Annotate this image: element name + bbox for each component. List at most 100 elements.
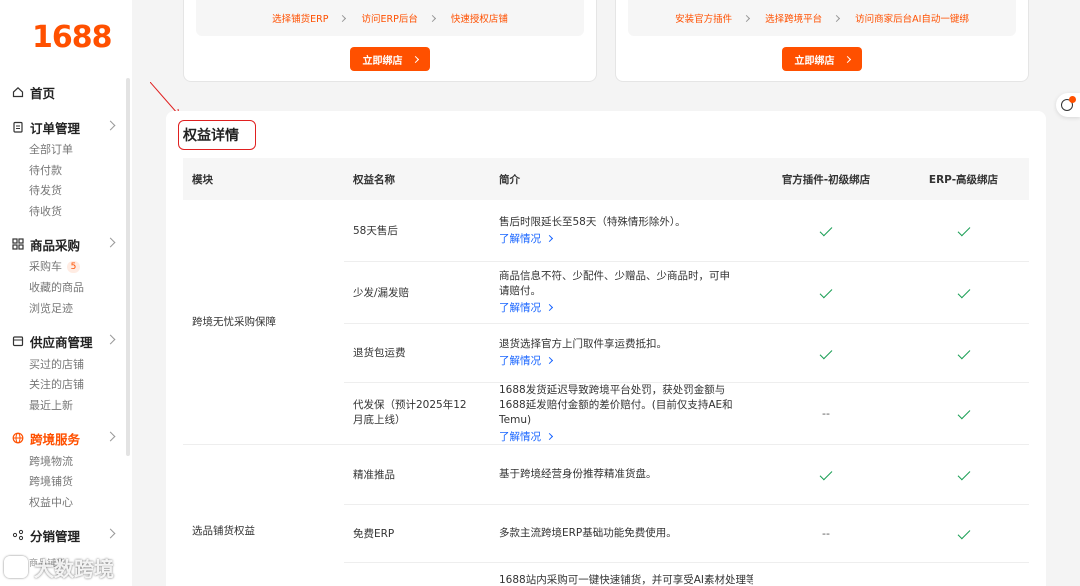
benefit-name: 58天售后 [344,200,491,262]
logo[interactable]: 1688 [32,20,112,55]
description-cell: 1688站内采购可一键快速铺货，并可享受AI素材处理等 [491,562,754,586]
sidebar-group-distribution-mgmt[interactable]: 分销管理 [12,525,122,545]
check-icon [819,467,833,481]
sidebar-group-cross-border[interactable]: 跨境服务 [12,428,122,448]
bind-store-button[interactable]: 立即绑店 [782,47,862,71]
erp-cell [898,200,1029,262]
check-icon [957,285,970,299]
not-available-mark: -- [822,526,830,540]
link-label: 了解情况 [499,430,541,443]
description-cell: 商品信息不符、少配件、少赠品、少商品时，可申请赔付。 了解情况 [491,261,754,324]
sidebar-item-cart[interactable]: 采购车 5 [29,259,80,275]
sidebar-item-history[interactable]: 浏览足迹 [29,301,73,317]
watermark: 大数跨境 [4,552,144,582]
sidebar-item-benefits-center[interactable]: 权益中心 [29,495,73,511]
sidebar-group-label: 分销管理 [30,528,81,544]
sidebar-group-purchase[interactable]: 商品采购 [12,234,122,254]
section-title: 权益详情 [178,120,256,150]
step-link[interactable]: 快速授权店铺 [451,11,508,25]
chevron-right-icon [105,120,116,131]
step-link[interactable]: 选择铺货ERP [272,11,361,25]
table-row: 选品铺货权益 精准推品 基于跨境经营身份推荐精准货盘。 [183,444,1029,586]
erp-steps: 选择铺货ERP 访问ERP后台 快速授权店铺 [196,0,584,36]
link-label: 了解情况 [499,232,541,245]
not-available-mark: -- [822,406,830,420]
check-icon [819,285,833,299]
benefit-name [344,562,491,586]
learn-more-link[interactable]: 了解情况 [499,353,554,368]
erp-cell [898,261,1029,324]
step-label: 访问ERP后台 [361,14,418,25]
step-label: 访问商家后台AI自动一键绑 [855,14,969,25]
benefit-name: 免费ERP [344,504,491,563]
step-label: 选择铺货ERP [272,14,329,25]
sidebar-item-distribution[interactable]: 跨境铺货 [29,474,73,490]
description-cell: 多款主流跨境ERP基础功能免费使用。 [491,504,754,563]
chevron-right-icon [545,303,554,312]
module-cell: 选品铺货权益 [183,444,344,586]
sidebar-group-label: 供应商管理 [30,334,93,350]
sidebar-scrollbar[interactable] [126,78,130,456]
erp-cell [898,323,1029,383]
chevron-right-icon [545,432,554,440]
check-icon [957,406,970,420]
plugin-cell [754,444,898,505]
chevron-right-icon [105,334,116,345]
bind-store-button[interactable]: 立即绑店 [350,47,430,71]
sidebar-item-home[interactable]: 首页 [12,82,122,102]
step-link[interactable]: 访问ERP后台 [361,11,450,25]
learn-more-link[interactable]: 了解情况 [499,429,554,444]
learn-more-link[interactable]: 了解情况 [499,300,554,315]
assistant-float-button[interactable] [1056,93,1080,117]
step-link[interactable]: 访问商家后台AI自动一键绑 [855,11,969,25]
benefit-name: 少发/漏发赔 [344,261,491,324]
step-label: 快速授权店铺 [450,14,508,25]
chevron-right-icon [105,528,116,539]
sidebar-item-label: 采购车 [29,260,62,273]
sidebar-item-all-orders[interactable]: 全部订单 [29,142,73,158]
sidebar: 1688 首页 订单管理 全部订单 待付款 待发货 待收货 商品采购 采购车 5 … [0,0,132,586]
sidebar-item-to-pay[interactable]: 待付款 [29,163,62,179]
globe-icon [12,432,24,444]
notification-dot [1069,96,1076,103]
step-link[interactable]: 安装官方插件 [675,11,765,25]
plugin-cell [754,323,898,383]
description-cell: 1688发货延迟导致跨境平台处罚，获处罚金额与1688延发赔付金额的差价赔付。(… [491,382,754,445]
sidebar-item-favorites[interactable]: 收藏的商品 [29,280,84,296]
share-icon [12,529,24,541]
grid-icon [12,238,24,250]
home-icon [12,86,24,98]
chevron-right-icon [833,14,841,22]
watermark-text: 大数跨境 [34,556,114,581]
chevron-right-icon [411,55,419,63]
sidebar-item-new-arrivals[interactable]: 最近上新 [29,398,73,414]
sidebar-item-to-ship[interactable]: 待发货 [29,183,62,199]
step-link[interactable]: 选择跨境平台 [765,11,855,25]
sidebar-group-label: 订单管理 [30,120,81,136]
benefit-name: 退货包运费 [344,323,491,383]
plugin-cell: -- [754,504,898,563]
check-icon [819,346,833,359]
chevron-right-icon [428,14,436,22]
learn-more-link[interactable]: 了解情况 [499,231,554,246]
link-label: 了解情况 [499,302,541,314]
plugin-cell [754,261,898,324]
clipboard-icon [12,121,24,133]
sidebar-item-logistics[interactable]: 跨境物流 [29,454,73,470]
check-icon [957,526,970,540]
check-icon [957,223,970,237]
plugin-cell [754,200,898,262]
check-icon [819,223,833,237]
sidebar-group-suppliers[interactable]: 供应商管理 [12,331,122,351]
check-icon [957,346,970,359]
chevron-right-icon [105,237,116,248]
header-module: 模块 [183,158,344,200]
button-label: 立即绑店 [362,55,403,67]
erp-cell [898,382,1029,445]
sidebar-item-to-receive[interactable]: 待收货 [29,204,62,220]
step-label: 安装官方插件 [675,14,733,25]
sidebar-group-orders[interactable]: 订单管理 [12,117,122,137]
sidebar-item-bought-stores[interactable]: 买过的店铺 [29,357,84,373]
sidebar-item-followed-stores[interactable]: 关注的店铺 [29,377,84,393]
header-benefit-name: 权益名称 [344,158,491,200]
